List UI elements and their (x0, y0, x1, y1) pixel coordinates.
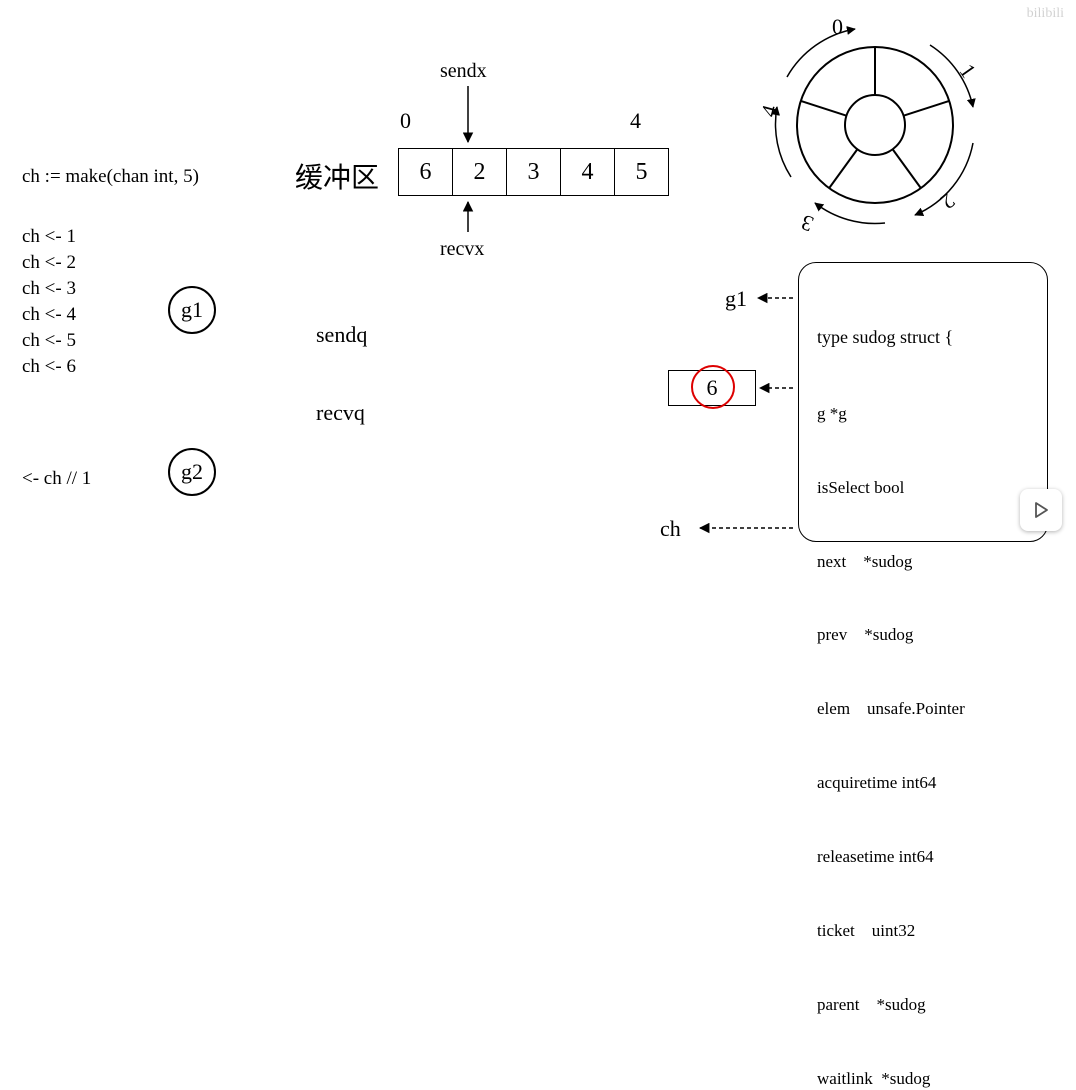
watermark: bilibili (1027, 6, 1064, 22)
ring-label-0: 0 (832, 14, 843, 40)
struct-field-3: prev *sudog (817, 623, 1029, 648)
struct-field-9: waitlink *sudog (817, 1067, 1029, 1090)
code-send-4: ch <- 4 (22, 304, 76, 326)
recvx-label: recvx (440, 238, 484, 261)
play-icon (1032, 501, 1050, 519)
struct-field-1: isSelect bool (817, 476, 1029, 501)
struct-field-5: acquiretime int64 (817, 771, 1029, 796)
code-send-1: ch <- 1 (22, 226, 76, 248)
code-send-3: ch <- 3 (22, 278, 76, 300)
node-g1-label: g1 (181, 297, 203, 323)
code-send-2: ch <- 2 (22, 252, 76, 274)
code-send-6: ch <- 6 (22, 356, 76, 378)
play-button[interactable] (1020, 489, 1062, 531)
struct-field-2: next *sudog (817, 550, 1029, 575)
buffer-cell-1: 2 (452, 148, 507, 196)
code-recv: <- ch // 1 (22, 468, 91, 490)
struct-field-7: ticket uint32 (817, 919, 1029, 944)
right-g1-label: g1 (725, 286, 747, 312)
struct-title: type sudog struct { (817, 324, 1029, 350)
struct-field-6: releasetime int64 (817, 845, 1029, 870)
elem-box: 6 (668, 370, 756, 406)
sendq-label: sendq (316, 322, 367, 348)
highlight-circle (691, 365, 735, 409)
ring-svg (750, 10, 1000, 240)
buffer-index-start: 0 (400, 108, 411, 134)
buffer-cell-4: 5 (614, 148, 669, 196)
buffer-index-end: 4 (630, 108, 641, 134)
buffer-label: 缓冲区 (295, 156, 379, 196)
code-make: ch := make(chan int, 5) (22, 166, 199, 188)
buffer-cell-2: 3 (506, 148, 561, 196)
sudog-struct-box: type sudog struct { g *g isSelect bool n… (798, 262, 1048, 542)
ring-diagram: 0 1 2 3 4 (750, 10, 1000, 240)
sendx-label: sendx (440, 60, 487, 83)
node-g2: g2 (168, 448, 216, 496)
recvq-label: recvq (316, 400, 365, 426)
struct-field-4: elem unsafe.Pointer (817, 697, 1029, 722)
code-send-5: ch <- 5 (22, 330, 76, 352)
struct-field-8: parent *sudog (817, 993, 1029, 1018)
buffer-cell-0: 6 (398, 148, 453, 196)
right-ch-label: ch (660, 516, 681, 542)
buffer-array: 6 2 3 4 5 (398, 148, 669, 196)
buffer-cell-3: 4 (560, 148, 615, 196)
struct-field-0: g *g (817, 402, 1029, 427)
node-g1: g1 (168, 286, 216, 334)
node-g2-label: g2 (181, 459, 203, 485)
